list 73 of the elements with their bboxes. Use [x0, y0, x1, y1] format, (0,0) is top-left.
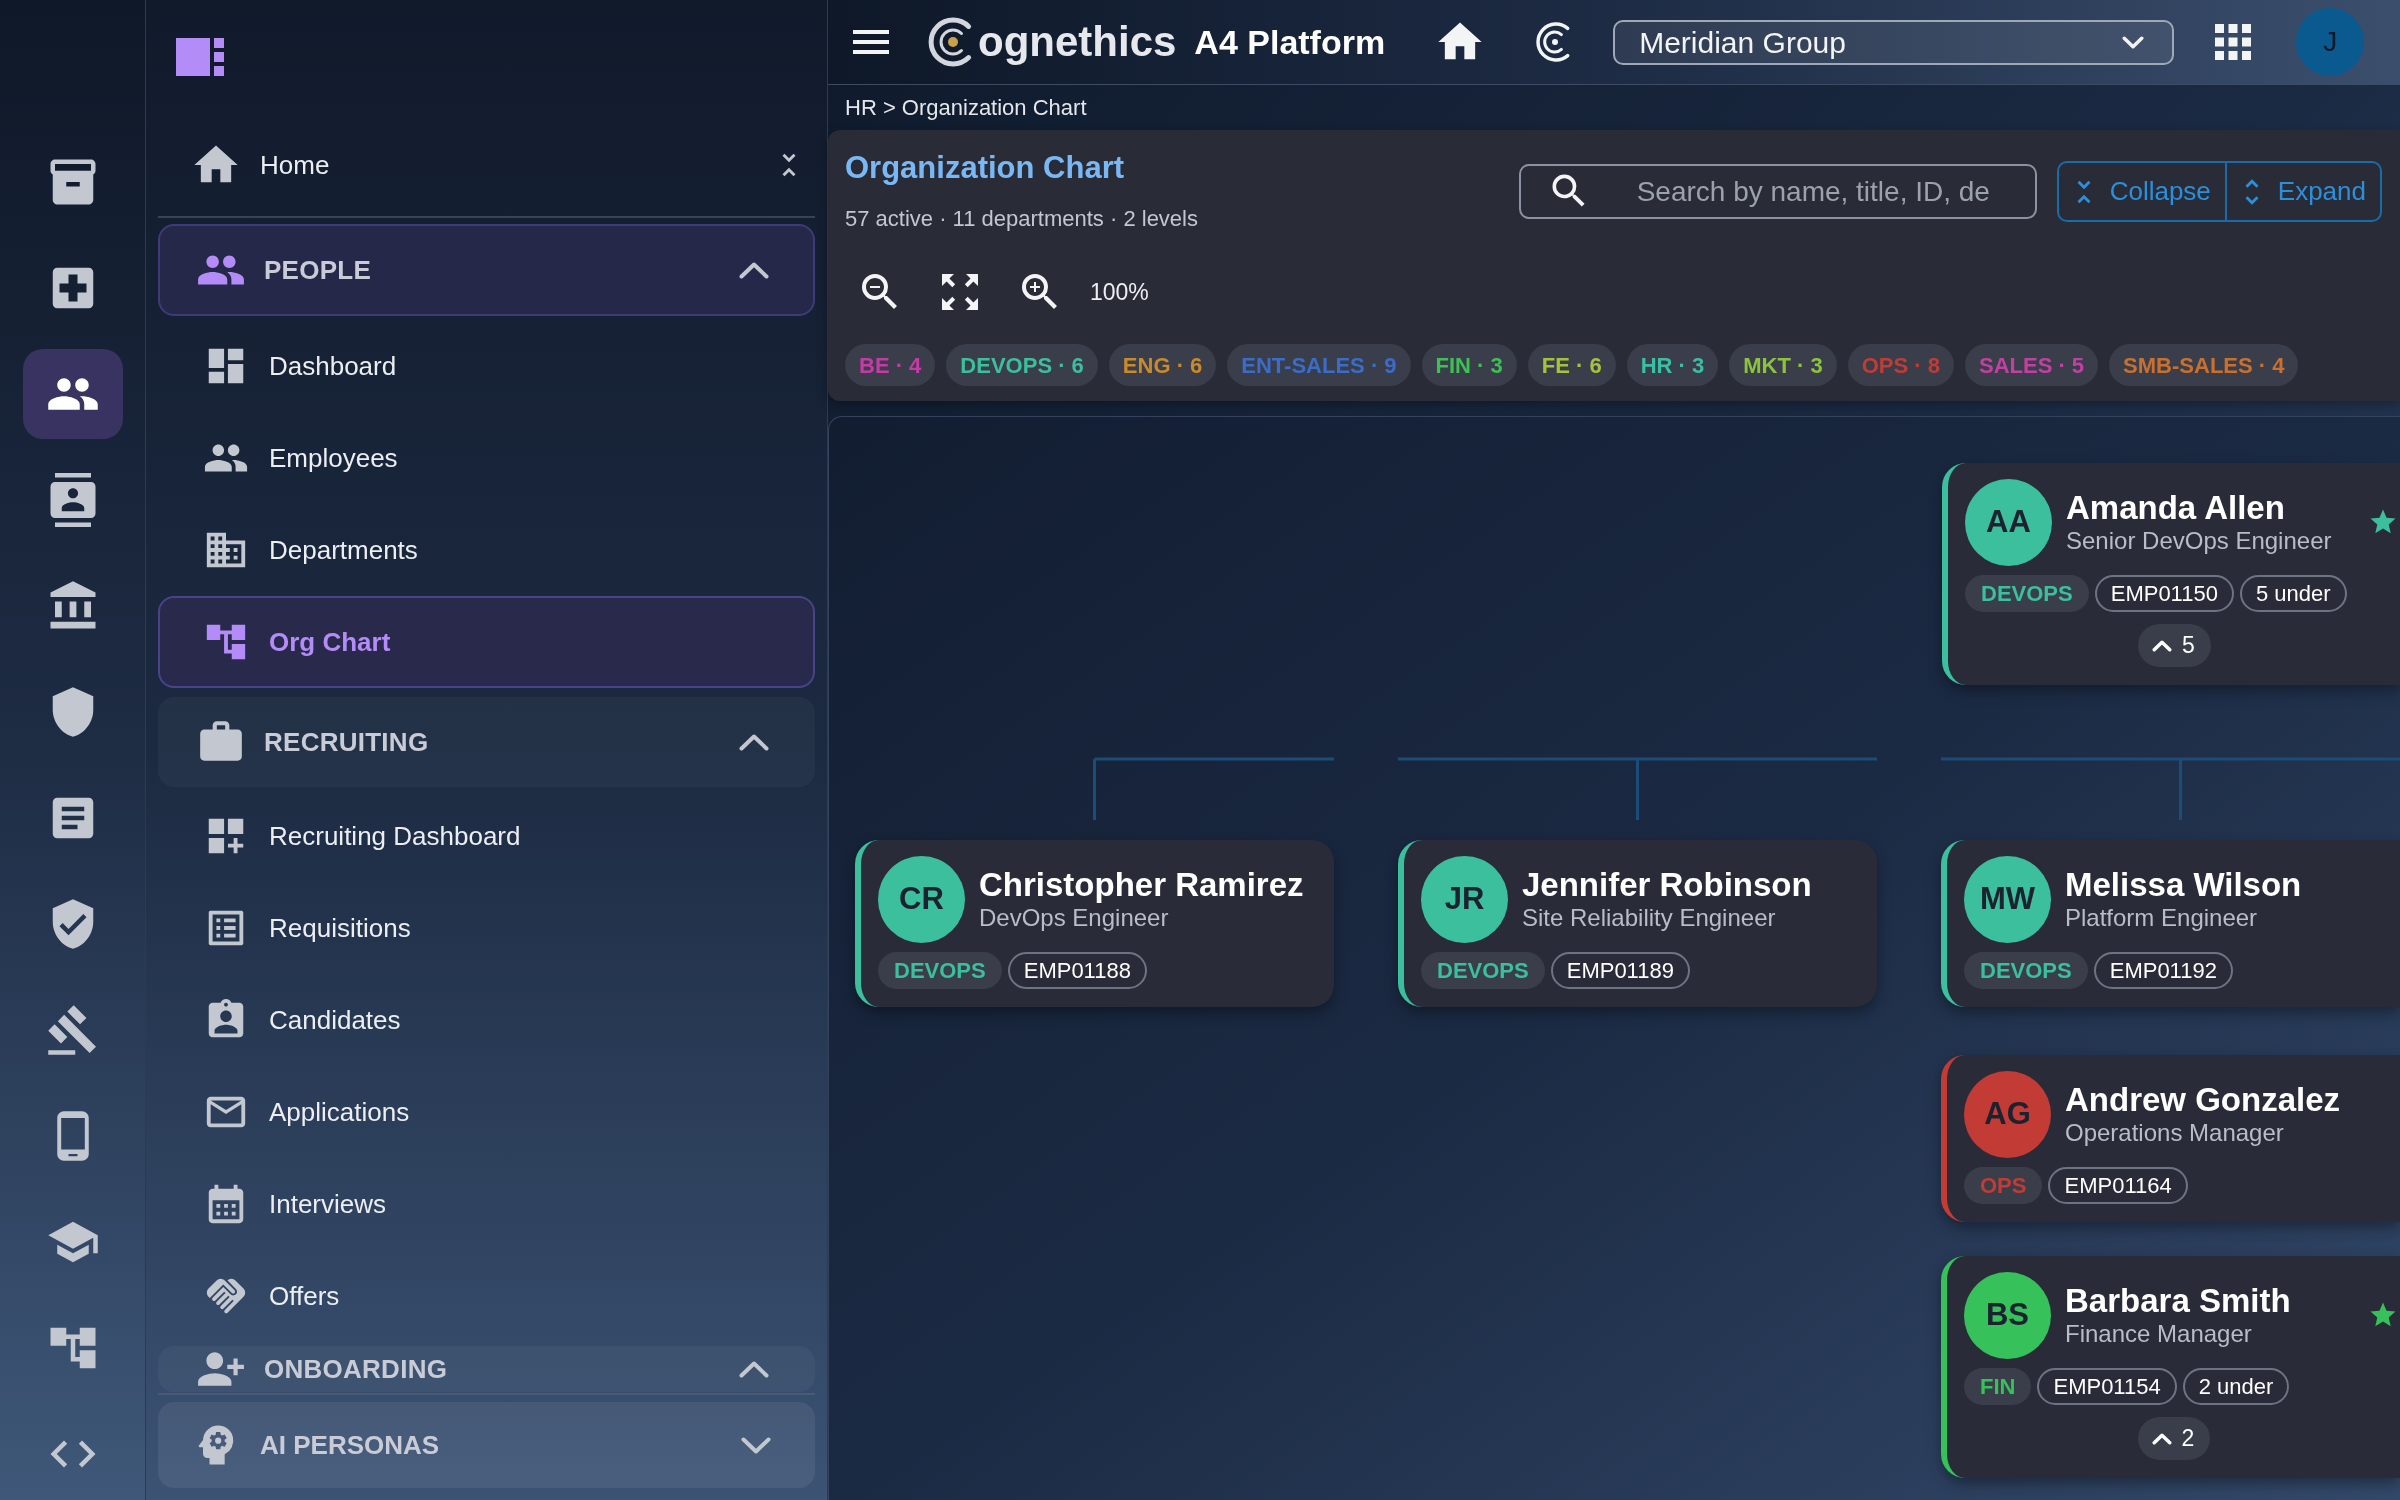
job-title: Senior DevOps Engineer	[2066, 525, 2332, 556]
employee-name: Christopher Ramirez	[979, 866, 1304, 903]
initials-avatar: CR	[878, 856, 965, 943]
employee-id-tag: EMP01154	[2037, 1368, 2177, 1405]
department-filter-chip[interactable]: FE · 6	[1527, 344, 1616, 386]
department-filter-chip[interactable]: FIN · 3	[1421, 344, 1517, 386]
employee-card[interactable]: BS Barbara Smith Finance Manager FIN EMP01154 2 under 2	[1941, 1256, 2400, 1478]
product-name: A4 Platform	[1194, 21, 1386, 63]
brand-name: ognethics	[978, 21, 1177, 63]
sidebar-item[interactable]: Employees	[158, 412, 815, 504]
initials-avatar: AG	[1964, 1071, 2051, 1158]
reports-count-tag: 2 under	[2182, 1368, 2290, 1405]
employee-name: Melissa Wilson	[2065, 866, 2302, 903]
initials-avatar: BS	[1964, 1272, 2051, 1359]
employee-id-tag: EMP01150	[2094, 575, 2234, 612]
sidebar-item[interactable]: Departments	[158, 504, 815, 596]
zoom-level: 100%	[1090, 277, 1149, 307]
section-header[interactable]: ONBOARDING	[158, 1346, 815, 1392]
section-header[interactable]: RECRUITING	[158, 697, 815, 787]
breadcrumb: HR > Organization Chart	[845, 94, 1087, 122]
department-tag: FIN	[1964, 1368, 2032, 1405]
employee-id-tag: EMP01192	[2093, 952, 2233, 989]
search-field[interactable]: Search by name, title, ID, de	[1518, 164, 2037, 219]
collapse-button[interactable]: Collapse	[2058, 163, 2227, 220]
employee-name: Andrew Gonzalez	[2065, 1081, 2341, 1118]
sidebar-item[interactable]: Interviews	[158, 1158, 815, 1250]
section-header[interactable]: AI PERSONAS	[158, 1402, 815, 1488]
logo-icon	[176, 38, 224, 76]
department-filter-chip[interactable]: HR · 3	[1626, 344, 1719, 386]
department-tag: DEVOPS	[1964, 952, 2088, 989]
employee-name: Barbara Smith	[2065, 1282, 2291, 1319]
expand-button[interactable]: Expand	[2226, 163, 2380, 220]
job-title: Finance Manager	[2065, 1318, 2253, 1349]
job-title: DevOps Engineer	[979, 903, 1170, 933]
employee-card[interactable]: JR Jennifer Robinson Site Reliability Engineer DEVOPS EMP01189	[1398, 840, 1877, 1007]
employee-card[interactable]: CR Christopher Ramirez DevOps Engineer DEVOPS EMP01188	[855, 840, 1334, 1007]
summary-text: 57 active · 11 departments · 2 levels	[845, 205, 1198, 233]
employee-id-tag: EMP01189	[1550, 952, 1690, 989]
expand-toggle[interactable]: 2	[2137, 1417, 2211, 1460]
department-tag: DEVOPS	[1421, 952, 1545, 989]
initials-avatar: MW	[1964, 856, 2051, 943]
sidebar-item[interactable]: Org Chart	[158, 596, 815, 688]
employee-name: Amanda Allen	[2066, 489, 2286, 526]
department-tag: OPS	[1964, 1167, 2043, 1204]
employee-name: Jennifer Robinson	[1522, 866, 1812, 903]
job-title: Operations Manager	[2065, 1117, 2285, 1148]
rail-nav-button[interactable]	[22, 349, 123, 439]
initials-avatar: AA	[1965, 479, 2052, 566]
sidebar-item[interactable]: Dashboard	[158, 320, 815, 412]
organization-select[interactable]: Meridian Group	[1613, 19, 2175, 65]
employee-id-tag: EMP01188	[1007, 952, 1147, 989]
department-filter-chip[interactable]: MKT · 3	[1729, 344, 1837, 386]
sidebar-item[interactable]: Candidates	[158, 974, 815, 1066]
department-tag: DEVOPS	[878, 952, 1002, 989]
initials-avatar: JR	[1421, 856, 1508, 943]
home-link[interactable]: Home	[190, 139, 330, 191]
page-title: Organization Chart	[845, 149, 1125, 187]
sidebar-item[interactable]: Offers	[158, 1250, 815, 1342]
chevron-down-icon	[2122, 35, 2145, 49]
job-title: Site Reliability Engineer	[1522, 902, 1777, 933]
department-tag: DEVOPS	[1965, 575, 2089, 612]
section-header[interactable]: PEOPLE	[158, 224, 815, 316]
sidebar-item[interactable]: Requisitions	[158, 882, 815, 974]
sidebar-item[interactable]: Applications	[158, 1066, 815, 1158]
job-title: Platform Engineer	[2065, 902, 2259, 933]
employee-card[interactable]: AG Andrew Gonzalez Operations Manager OPS EMP01164	[1941, 1055, 2400, 1222]
department-filter-chip[interactable]: DEVOPS · 6	[946, 344, 1098, 386]
employee-card[interactable]: AA Amanda Allen Senior DevOps Engineer DEVOPS EMP01150 5 under 5	[1942, 463, 2400, 685]
department-filter-chip[interactable]: ENG · 6	[1108, 344, 1217, 386]
employee-id-tag: EMP01164	[2048, 1167, 2188, 1204]
reports-count-tag: 5 under	[2239, 575, 2347, 612]
sidebar-item[interactable]: Recruiting Dashboard	[158, 790, 815, 882]
expand-toggle[interactable]: 5	[2138, 624, 2211, 667]
